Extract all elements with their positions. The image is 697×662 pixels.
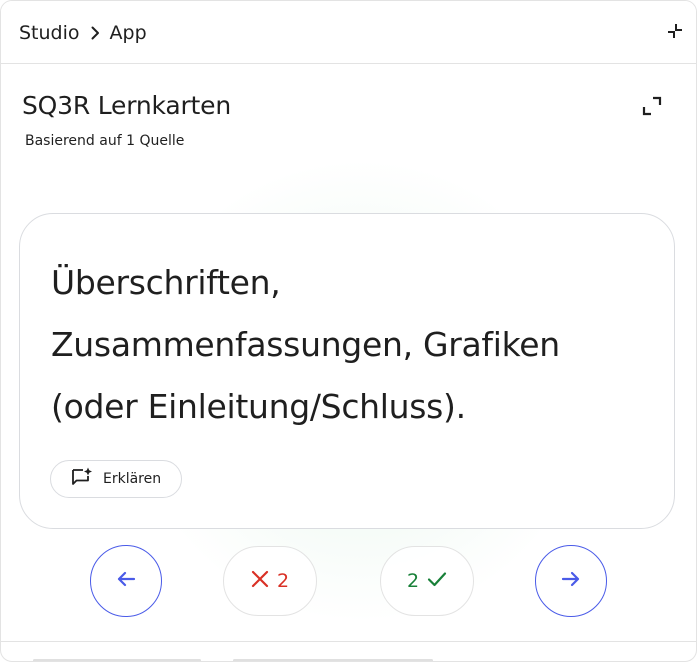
expand-button[interactable] xyxy=(638,94,666,122)
arrow-right-icon xyxy=(561,571,581,591)
right-count: 2 xyxy=(406,570,420,592)
page-title: SQ3R Lernkarten xyxy=(22,91,231,120)
arrow-left-icon xyxy=(116,571,136,591)
top-bar: Studio App xyxy=(1,1,696,64)
chevron-right-icon xyxy=(88,26,102,40)
next-card-button[interactable] xyxy=(535,545,607,617)
explain-label: Erklären xyxy=(103,471,162,487)
source-subtitle: Basierend auf 1 Quelle xyxy=(25,133,185,149)
breadcrumb-current: App xyxy=(109,22,147,44)
close-icon xyxy=(251,570,269,592)
flashcard[interactable]: Überschriften, Zusammenfassungen, Grafik… xyxy=(19,213,675,529)
explain-button[interactable]: Erklären xyxy=(50,460,182,498)
mark-wrong-button[interactable]: 2 xyxy=(223,546,317,616)
previous-card-button[interactable] xyxy=(90,545,162,617)
collapse-icon xyxy=(667,23,683,43)
wrong-count: 2 xyxy=(276,570,290,592)
chat-sparkle-icon xyxy=(71,467,93,491)
collapse-button[interactable] xyxy=(661,19,689,47)
breadcrumb-root[interactable]: Studio xyxy=(19,22,80,44)
mark-right-button[interactable]: 2 xyxy=(380,546,474,616)
flashcard-answer: Überschriften, Zusammenfassungen, Grafik… xyxy=(51,263,560,426)
expand-icon xyxy=(642,96,662,120)
studio-panel: Studio App SQ3R Lernkarten Basierend auf… xyxy=(0,0,697,662)
bottom-divider xyxy=(1,641,696,642)
check-icon xyxy=(427,571,447,591)
breadcrumb: Studio App xyxy=(19,19,147,47)
